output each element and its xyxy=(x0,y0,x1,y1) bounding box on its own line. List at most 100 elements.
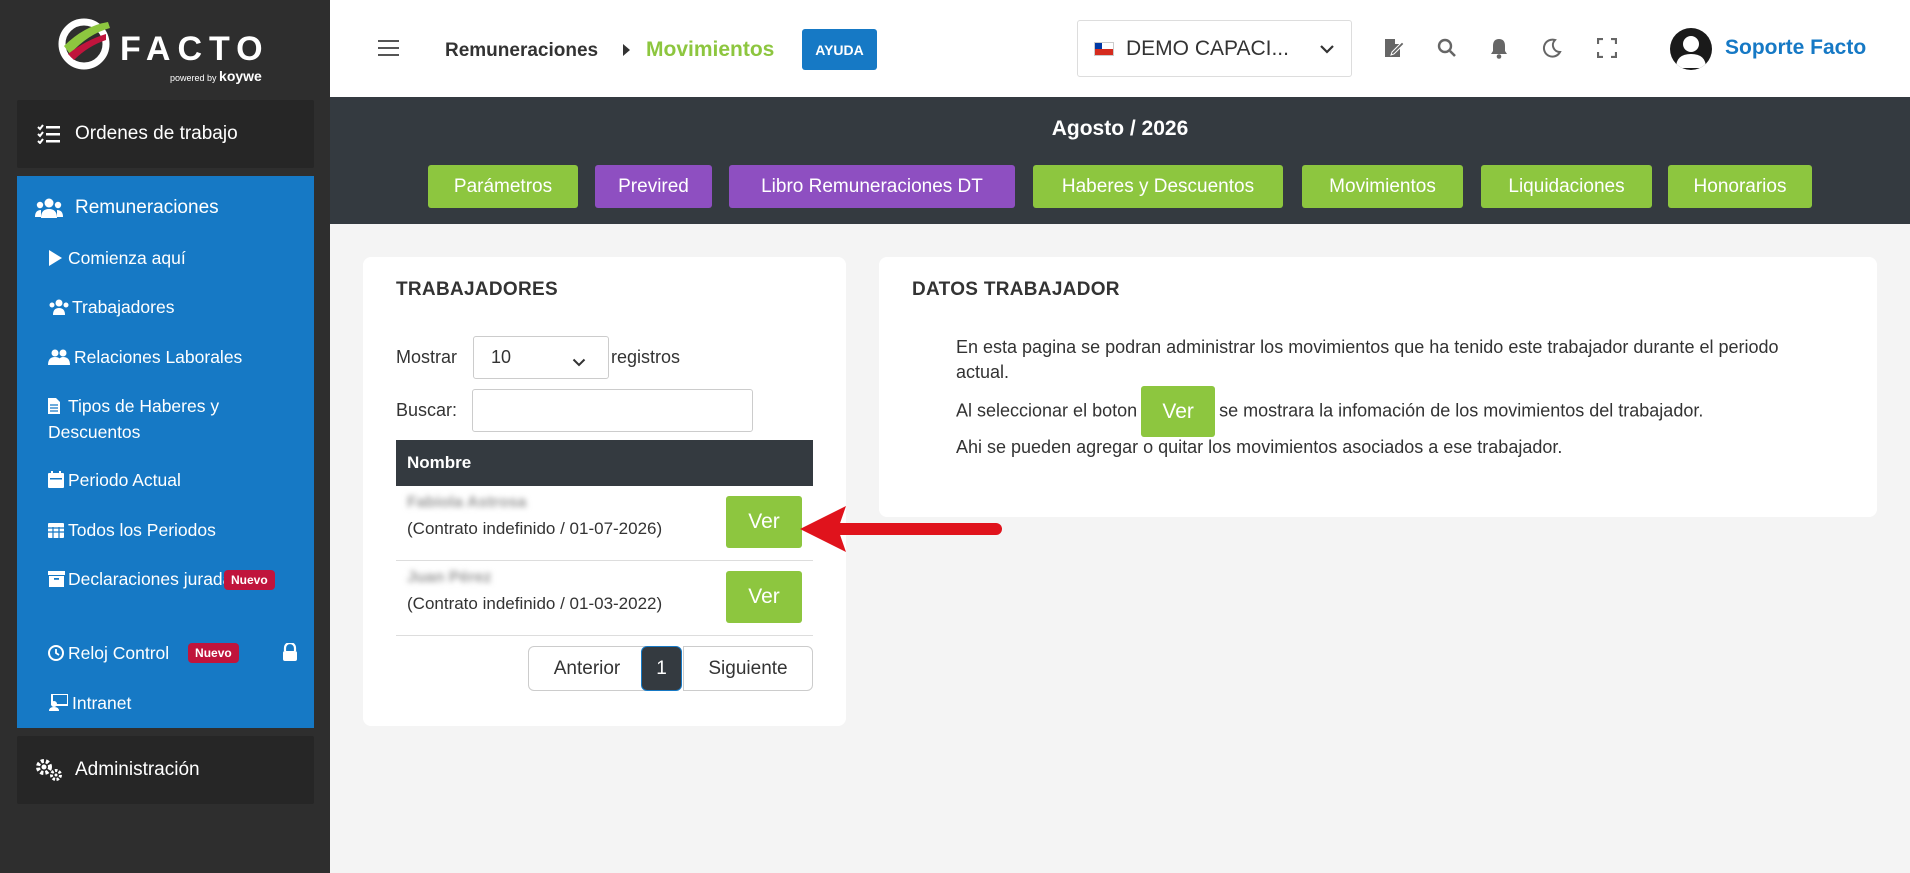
example-ver-button: Ver xyxy=(1141,386,1216,437)
partner-name: koywe xyxy=(219,68,262,84)
fullscreen-icon[interactable] xyxy=(1595,36,1619,60)
play-icon xyxy=(48,248,66,272)
sidebar-item-label: Todos los Periodos xyxy=(68,520,216,540)
chile-flag-icon xyxy=(1094,41,1114,56)
moon-icon[interactable] xyxy=(1540,36,1564,60)
topbar: Remuneraciones Movimientos AYUDA DEMO CA… xyxy=(330,0,1910,97)
sidebar-item-label: Relaciones Laborales xyxy=(74,347,243,367)
powered-by-text: powered by xyxy=(170,73,217,83)
arrow-left-icon xyxy=(800,506,1002,552)
datos-line-2-a: Al seleccionar el boton xyxy=(956,400,1138,421)
ver-button[interactable]: Ver xyxy=(726,496,802,548)
nuevo-badge: Nuevo xyxy=(224,570,275,590)
tab-previred[interactable]: Previred xyxy=(595,165,712,208)
ver-button[interactable]: Ver xyxy=(726,571,802,623)
sidebar-item-trabajadores[interactable]: Trabajadores xyxy=(48,295,288,321)
sidebar-item-intranet[interactable]: Intranet xyxy=(48,691,288,717)
menu-ordenes-head[interactable]: Ordenes de trabajo xyxy=(17,100,314,168)
sidebar-item-tipos-haberes[interactable]: Tipos de Haberes y Descuentos xyxy=(48,394,288,444)
chevron-down-icon xyxy=(1319,41,1335,59)
company-select[interactable]: DEMO CAPACI... xyxy=(1077,20,1352,77)
brand-name: FACTO xyxy=(120,30,270,68)
workers-card: TRABAJADORES Mostrar 10 registros Buscar… xyxy=(363,257,846,726)
caret-right-icon xyxy=(623,44,630,56)
menu-ordenes[interactable]: Ordenes de trabajo xyxy=(17,100,314,168)
worker-name: Fabiola Astrosa xyxy=(407,494,527,511)
datos-line-3: Ahi se pueden agregar o quitar los movim… xyxy=(956,437,1563,457)
worker-name: Juan Pérez xyxy=(407,569,492,586)
avatar[interactable] xyxy=(1670,28,1712,70)
brand-powered: powered by koywe xyxy=(170,68,262,84)
page-size-value: 10 xyxy=(491,347,512,367)
datos-line-1: En esta pagina se podran administrar los… xyxy=(956,337,1779,382)
bell-icon[interactable] xyxy=(1487,36,1511,60)
sidebar-item-label: Trabajadores xyxy=(72,297,175,317)
menu-administracion[interactable]: Administración xyxy=(17,736,314,804)
table-row: Fabiola Astrosa (Contrato indefinido / 0… xyxy=(396,486,813,561)
tab-movimientos[interactable]: Movimientos xyxy=(1302,165,1463,208)
tasks-icon xyxy=(35,123,63,145)
datos-line-2: Al seleccionar el boton Ver se mostrara la… xyxy=(956,386,1856,437)
user-name[interactable]: Soporte Facto xyxy=(1725,36,1866,60)
sidebar-item-reloj[interactable]: Reloj Control Nuevo xyxy=(48,641,297,667)
pagination-page[interactable]: 1 xyxy=(641,646,682,691)
sidebar-item-label: Declaraciones juradas xyxy=(68,569,242,589)
help-button[interactable]: AYUDA xyxy=(802,29,877,70)
nuevo-badge: Nuevo xyxy=(188,643,239,663)
breadcrumb-current: Movimientos xyxy=(646,38,775,61)
sidebar-item-relaciones[interactable]: Relaciones Laborales xyxy=(48,345,288,371)
tab-honorarios[interactable]: Honorarios xyxy=(1668,165,1812,208)
calendar-icon xyxy=(48,470,66,494)
search-input[interactable] xyxy=(472,389,753,432)
sidebar-item-label: Periodo Actual xyxy=(68,470,181,490)
sidebar: FACTO powered by koywe Ordenes de trabaj… xyxy=(0,0,330,873)
tab-liquidaciones[interactable]: Liquidaciones xyxy=(1481,165,1652,208)
facto-logo[interactable]: FACTO powered by koywe xyxy=(58,16,278,84)
period-title: Agosto / 2026 xyxy=(1051,117,1189,140)
table-header-nombre: Nombre xyxy=(396,440,813,486)
pagination-next[interactable]: Siguiente xyxy=(683,646,813,691)
lock-icon xyxy=(282,641,298,667)
menu-remuneraciones-label: Remuneraciones xyxy=(75,197,219,218)
sidebar-item-comienza[interactable]: Comienza aquí xyxy=(48,246,288,272)
worker-contract: (Contrato indefinido / 01-07-2026) xyxy=(407,519,663,538)
workers-title: TRABAJADORES xyxy=(396,279,558,300)
company-name: DEMO CAPACI... xyxy=(1126,36,1289,60)
page-size-select[interactable]: 10 xyxy=(473,336,609,379)
menu-toggle-icon[interactable] xyxy=(378,40,399,58)
datos-title: DATOS TRABAJADOR xyxy=(912,279,1120,300)
datos-card: DATOS TRABAJADOR En esta pagina se podra… xyxy=(879,257,1877,517)
tab-parametros[interactable]: Parámetros xyxy=(428,165,578,208)
pagination-prev[interactable]: Anterior xyxy=(528,646,646,691)
menu-ordenes-label: Ordenes de trabajo xyxy=(75,123,238,144)
calendar-grid-icon xyxy=(48,520,66,544)
breadcrumb-parent[interactable]: Remuneraciones xyxy=(445,40,598,62)
archive-icon xyxy=(48,569,66,593)
sidebar-item-todos-periodos[interactable]: Todos los Periodos xyxy=(48,518,288,544)
records-label: registros xyxy=(611,347,681,367)
intranet-icon xyxy=(48,693,70,717)
show-label: Mostrar xyxy=(396,347,458,367)
users-group-icon xyxy=(35,197,63,219)
sidebar-item-label: Comienza aquí xyxy=(68,248,186,268)
users-icon xyxy=(48,297,70,321)
file-icon xyxy=(48,396,66,420)
sign-document-icon[interactable] xyxy=(1382,36,1406,60)
menu-administracion-head[interactable]: Administración xyxy=(17,736,314,804)
period-band: Agosto / 2026 Parámetros Previred Libro … xyxy=(330,97,1910,224)
gears-icon xyxy=(35,759,63,781)
sidebar-item-declaraciones[interactable]: Declaraciones juradas Nuevo xyxy=(48,567,278,593)
tab-haberes-descuentos[interactable]: Haberes y Descuentos xyxy=(1033,165,1283,208)
sidebar-item-label: Reloj Control xyxy=(68,643,170,663)
chevron-down-icon xyxy=(572,351,586,372)
tab-libro-remuneraciones[interactable]: Libro Remuneraciones DT xyxy=(729,165,1015,208)
sidebar-item-label: Tipos de Haberes y Descuentos xyxy=(48,396,220,442)
menu-remuneraciones-head[interactable]: Remuneraciones xyxy=(17,176,314,240)
search-label: Buscar: xyxy=(396,400,458,420)
menu-administracion-label: Administración xyxy=(75,759,200,780)
sidebar-item-periodo-actual[interactable]: Periodo Actual xyxy=(48,468,288,494)
search-icon[interactable] xyxy=(1435,36,1459,60)
user-group-icon xyxy=(48,347,72,371)
sidebar-item-label: Intranet xyxy=(72,693,132,713)
facto-logo-mark xyxy=(58,18,110,70)
